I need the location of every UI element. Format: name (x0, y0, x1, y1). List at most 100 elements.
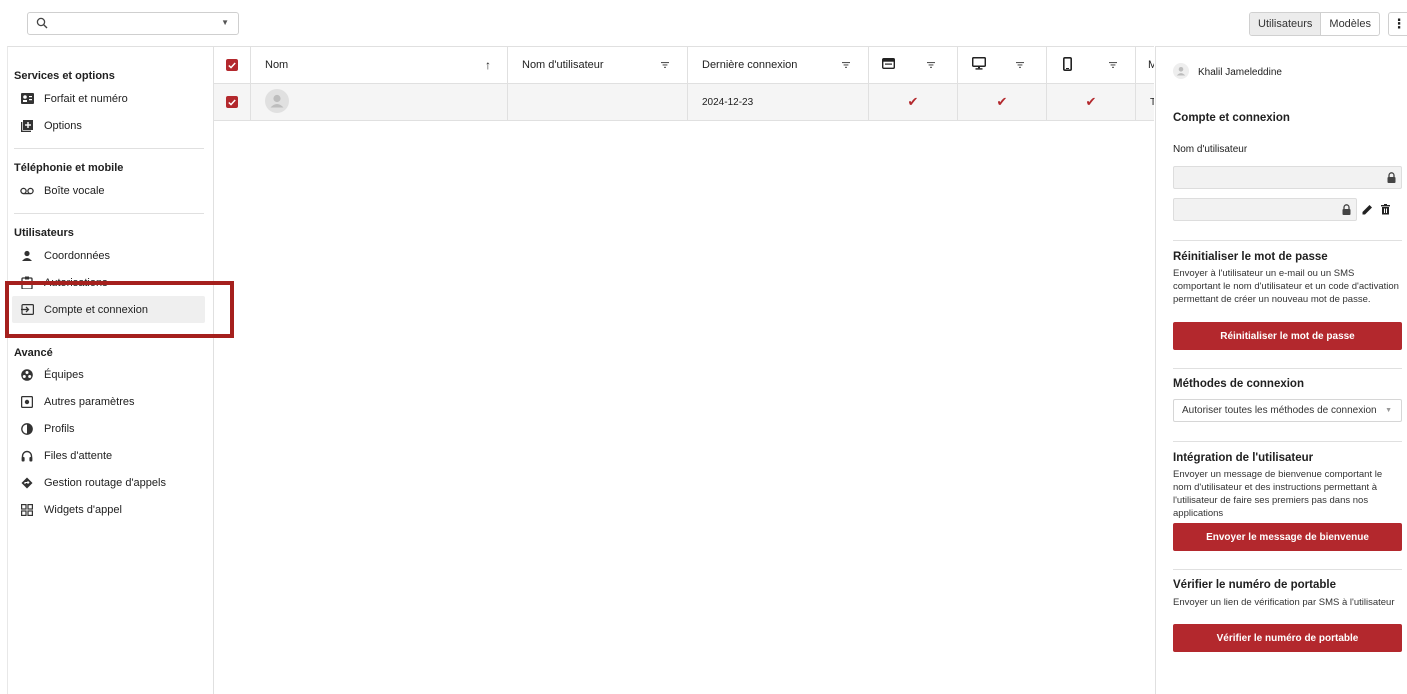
sidebar-item-label: Options (44, 119, 82, 132)
send-welcome-button[interactable]: Envoyer le message de bienvenue (1173, 523, 1402, 551)
sidebar-item-coordonnees[interactable]: Coordonnées (12, 242, 205, 269)
filter-icon (1109, 59, 1117, 71)
divider (1173, 368, 1402, 369)
verify-mobile-button[interactable]: Vérifier le numéro de portable (1173, 624, 1402, 652)
avatar (265, 88, 289, 116)
verify-description: Envoyer un lien de vérification par SMS … (1173, 597, 1395, 608)
divider (1173, 569, 1402, 570)
sidebar-item-files-attente[interactable]: Files d'attente (12, 442, 205, 469)
sidebar-item-equipes[interactable]: Équipes (12, 361, 205, 388)
check-icon: ✔ (907, 94, 919, 109)
table-header: Nom ↑ Nom d'utilisateur Dernière connexi… (214, 47, 1154, 84)
users-table: Nom ↑ Nom d'utilisateur Dernière connexi… (214, 46, 1154, 694)
verify-title: Vérifier le numéro de portable (1173, 579, 1336, 591)
chevron-down-icon: ▼ (1385, 407, 1392, 414)
sidebar-item-options[interactable]: Options (12, 112, 205, 139)
sidebar-item-autres-parametres[interactable]: Autres paramètres (12, 388, 205, 415)
panel-user-header: Khalil Jameleddine (1173, 63, 1282, 82)
user-detail-panel: Khalil Jameleddine Compte et connexion N… (1155, 46, 1407, 694)
teams-icon (20, 368, 34, 382)
password-field[interactable] (1173, 198, 1357, 221)
username-label: Nom d'utilisateur (1173, 144, 1248, 155)
table-row[interactable]: 2024-12-23 ✔ ✔ ✔ T (214, 84, 1154, 121)
sidebar: Services et options Forfait et numéro Op… (7, 46, 214, 694)
lock-icon (1342, 204, 1351, 218)
panel-user-name: Khalil Jameleddine (1198, 67, 1282, 78)
lock-icon (1387, 172, 1396, 186)
section-title: Compte et connexion (1173, 112, 1290, 124)
search-input[interactable]: ▼ (27, 12, 239, 35)
desktop-icon (971, 56, 987, 73)
sidebar-item-label: Gestion routage d'appels (44, 476, 166, 489)
edit-icon[interactable] (1362, 204, 1373, 218)
login-methods-select[interactable]: Autoriser toutes les méthodes de connexi… (1173, 399, 1402, 422)
tab-utilisateurs[interactable]: Utilisateurs (1250, 13, 1322, 35)
column-header-username[interactable]: Nom d'utilisateur (508, 47, 688, 83)
column-header-nom[interactable]: Nom ↑ (251, 47, 508, 83)
settings-box-icon (20, 395, 34, 409)
divider (14, 148, 204, 149)
headset-icon (20, 449, 34, 463)
highlight-box (5, 281, 234, 338)
sidebar-section-title: Utilisateurs (14, 227, 74, 239)
person-icon (20, 249, 34, 263)
cell-last-login: 2024-12-23 (688, 84, 869, 120)
check-icon: ✔ (1085, 94, 1097, 109)
sidebar-item-label: Coordonnées (44, 249, 111, 262)
search-icon (36, 17, 48, 32)
column-header-mobile[interactable] (1047, 47, 1136, 83)
web-app-icon (881, 57, 896, 72)
filter-icon (927, 59, 935, 71)
contrast-icon (20, 422, 34, 436)
filter-icon (661, 59, 669, 71)
sidebar-section-title: Avancé (14, 347, 53, 359)
username-field[interactable] (1173, 166, 1402, 189)
tab-modeles[interactable]: Modèles (1321, 13, 1379, 35)
id-card-icon (20, 92, 34, 106)
sidebar-item-label: Files d'attente (44, 449, 113, 462)
sidebar-item-label: Widgets d'appel (44, 503, 122, 516)
onboarding-title: Intégration de l'utilisateur (1173, 452, 1314, 464)
add-box-icon (20, 119, 34, 133)
sidebar-item-label: Forfait et numéro (44, 92, 128, 105)
reset-title: Réinitialiser le mot de passe (1173, 251, 1328, 263)
sidebar-item-label: Autres paramètres (44, 395, 135, 408)
sidebar-item-routage[interactable]: Gestion routage d'appels (12, 469, 205, 496)
cell-username (508, 84, 688, 120)
cell-desktop: ✔ (958, 84, 1047, 120)
avatar (1173, 63, 1189, 82)
chevron-down-icon: ▼ (221, 18, 229, 27)
divider (14, 213, 204, 214)
cell-mobile: ✔ (1047, 84, 1136, 120)
column-header-desktop[interactable] (958, 47, 1047, 83)
routing-icon (20, 476, 34, 490)
sidebar-item-profils[interactable]: Profils (12, 415, 205, 442)
login-methods-title: Méthodes de connexion (1173, 378, 1304, 390)
column-header-last-login[interactable]: Dernière connexion (688, 47, 869, 83)
check-icon: ✔ (996, 94, 1008, 109)
voicemail-icon (20, 184, 34, 198)
mobile-icon (1063, 56, 1073, 74)
sidebar-item-label: Profils (44, 422, 75, 435)
filter-icon (1016, 59, 1024, 71)
divider (1173, 240, 1402, 241)
sort-asc-icon: ↑ (485, 58, 491, 72)
column-header-web[interactable] (869, 47, 958, 83)
onboarding-description: Envoyer un message de bienvenue comporta… (1173, 469, 1383, 519)
sidebar-item-voicemail[interactable]: Boîte vocale (12, 177, 205, 204)
row-checkbox[interactable] (214, 84, 251, 120)
sidebar-section-title: Téléphonie et mobile (14, 162, 124, 174)
delete-icon[interactable] (1381, 204, 1390, 218)
more-icon[interactable]: ⋮ (1388, 12, 1407, 36)
reset-description: Envoyer à l'utilisateur un e-mail ou un … (1173, 268, 1399, 305)
cell-name (251, 84, 508, 120)
sidebar-item-forfait[interactable]: Forfait et numéro (12, 85, 205, 112)
select-all-checkbox[interactable] (214, 47, 251, 83)
column-header-more[interactable]: M (1136, 47, 1154, 83)
filter-icon (842, 59, 850, 71)
sidebar-item-widgets[interactable]: Widgets d'appel (12, 496, 205, 523)
top-bar: ▼ Utilisateurs Modèles ⋮ (0, 0, 1407, 46)
reset-password-button[interactable]: Réinitialiser le mot de passe (1173, 322, 1402, 350)
cell-web: ✔ (869, 84, 958, 120)
widgets-icon (20, 503, 34, 517)
